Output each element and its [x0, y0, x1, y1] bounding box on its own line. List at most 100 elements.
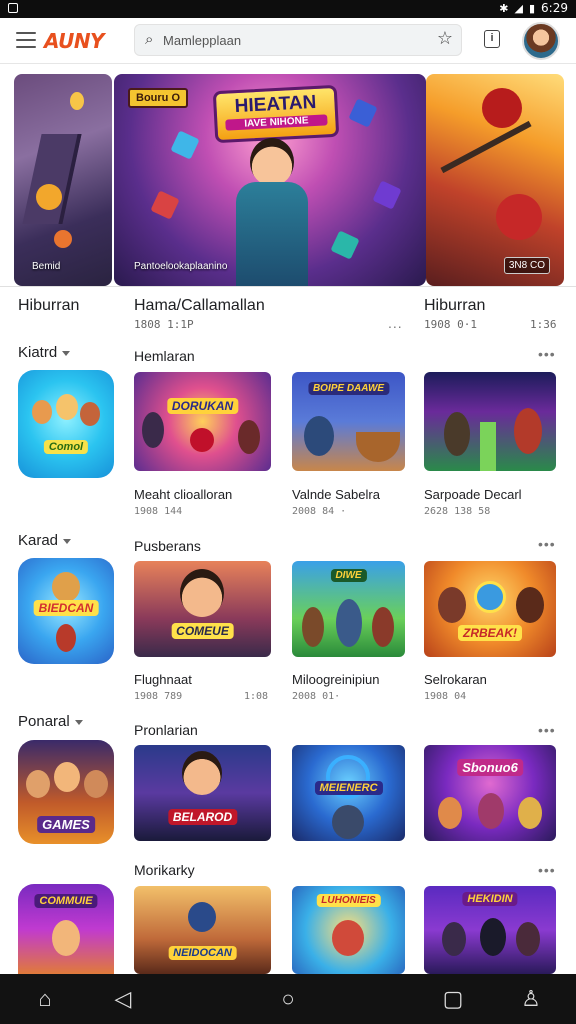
helmet-shape [482, 88, 522, 128]
tower-shape [22, 134, 82, 224]
status-bar: ✱ ◢ ▮ 6:29 [0, 0, 576, 18]
orb-shape [70, 92, 84, 110]
orb-shape [54, 230, 72, 248]
hero-character [232, 138, 312, 286]
circle-home-icon[interactable]: ○ [273, 986, 303, 1012]
hero-right-caption: 3N8 CO [503, 257, 550, 274]
category-label: Kiatrd [18, 344, 58, 361]
star-icon[interactable]: ☆ [437, 28, 453, 49]
cube-shape [372, 180, 402, 210]
app-icon-label: COMMUIE [34, 894, 98, 908]
divider [0, 286, 576, 287]
app-icon-label: BIEDCAN [33, 600, 99, 616]
top-row-title-2[interactable]: Hama/Callamallan [134, 297, 265, 315]
game-tile[interactable]: DORUKAN [134, 372, 271, 471]
game-tile[interactable]: MEIENERC [292, 745, 405, 841]
app-bar: AUNY ⌕ ☆ i [0, 18, 576, 64]
tile-art-label: BOIPE DAAWE [307, 382, 390, 395]
game-tile[interactable]: HEKIDIN [424, 886, 556, 974]
search-bar[interactable]: ⌕ ☆ [134, 24, 462, 56]
tile-art-label: MEIENERC [314, 781, 383, 795]
tile-meta: 1908 144 [134, 506, 183, 517]
game-tile[interactable]: Sbonuo6 [424, 745, 556, 841]
game-tile[interactable]: BELAROD [134, 745, 271, 841]
status-icons: ✱ ◢ ▮ 6:29 [499, 1, 568, 15]
tile-art-label: Sbonuo6 [457, 759, 523, 776]
category-dropdown-3[interactable]: Ponaral [18, 713, 83, 730]
section-title-4: Morikarky [134, 862, 195, 878]
profile-icon[interactable]: ♙ [516, 986, 546, 1012]
tile-meta: 2008 84 · [292, 506, 347, 517]
tile-title[interactable]: Valnde Sabelra [292, 487, 380, 502]
tile-title[interactable]: Meaht clioalloran [134, 487, 232, 502]
orb-shape [36, 184, 62, 210]
hero-center-caption: Pantoelookaplaanino [134, 261, 228, 272]
hero-card-right[interactable]: 3N8 CO [426, 74, 564, 286]
tile-title[interactable]: Flughnaat [134, 672, 192, 687]
app-icon-label: GAMES [37, 816, 95, 833]
tile-title[interactable]: Miloogreinipiun [292, 672, 379, 687]
tile-title[interactable]: Sarpoade Decarl [424, 487, 522, 502]
game-tile[interactable]: ZRBEAK! [424, 561, 556, 657]
more-options-icon[interactable]: ••• [538, 722, 556, 738]
menu-icon[interactable] [16, 32, 36, 48]
hero-title-box: HIEATAN IAVE NIHONE [212, 84, 340, 144]
category-label: Ponaral [18, 713, 70, 730]
app-logo[interactable]: AUNY [44, 29, 105, 53]
game-tile[interactable]: DIWE [292, 561, 405, 657]
avatar[interactable] [522, 22, 560, 60]
tile-meta: 1:08 [244, 691, 269, 702]
more-icon[interactable]: ... [388, 315, 403, 331]
app-icon-1[interactable]: Comol [18, 370, 114, 478]
category-dropdown-1[interactable]: Kiatrd [18, 344, 71, 361]
game-tile[interactable] [424, 372, 556, 471]
ball-shape [190, 428, 214, 452]
tile-meta: 1908 04 [424, 691, 467, 702]
helmet-shape [496, 194, 542, 240]
tile-art-label: ZRBEAK! [458, 625, 522, 641]
hero-tag: Bouru O [128, 88, 188, 108]
hero-carousel[interactable]: Bemid Bouru O HIEATAN IAVE NIHONE Pantoe… [14, 74, 564, 286]
signal-icon: ◢ [514, 1, 523, 15]
section-title-1: Hemlaran [134, 348, 195, 364]
game-tile[interactable]: LUHONIEIS [292, 886, 405, 974]
category-dropdown-2[interactable]: Karad [18, 532, 72, 549]
top-row-meta-3b: 1:36 [530, 318, 557, 331]
game-tile[interactable]: COMEUE [134, 561, 271, 657]
game-tile[interactable]: BOIPE DAAWE [292, 372, 405, 471]
app-icon-3[interactable]: GAMES [18, 740, 114, 844]
chevron-down-icon [74, 719, 83, 725]
app-icon-4[interactable]: COMMUIE [18, 884, 114, 974]
tile-meta: 2628 138 58 [424, 506, 491, 517]
back-icon[interactable]: ◁ [108, 986, 138, 1012]
rifle-shape [440, 120, 532, 174]
top-row-title-1[interactable]: Hiburran [18, 297, 79, 315]
tile-meta: 1908 789 [134, 691, 183, 702]
top-row-meta-3: 1908 0·1 [424, 318, 477, 331]
section-title-3: Pronlarian [134, 722, 198, 738]
more-options-icon[interactable]: ••• [538, 862, 556, 878]
tile-title[interactable]: Selrokaran [424, 672, 487, 687]
top-row-title-3[interactable]: Hiburran [424, 297, 485, 315]
tile-art-label: DORUKAN [166, 398, 239, 414]
battery-icon: ▮ [528, 1, 536, 15]
hero-card-left[interactable]: Bemid [14, 74, 112, 286]
cube-shape [330, 230, 360, 260]
info-icon[interactable]: i [484, 30, 500, 48]
tile-art-label: BELAROD [167, 809, 238, 825]
home-icon[interactable]: ⌂ [30, 986, 60, 1012]
cube-shape [170, 130, 200, 160]
more-options-icon[interactable]: ••• [538, 346, 556, 362]
more-options-icon[interactable]: ••• [538, 536, 556, 552]
recents-icon[interactable]: ▢ [438, 986, 468, 1012]
game-tile[interactable]: NEIDOCAN [134, 886, 271, 974]
system-nav-bar: ⌂ ◁ ○ ▢ ♙ [0, 974, 576, 1024]
search-input[interactable] [163, 29, 433, 51]
top-row-meta-2: 1808 1:1P [134, 318, 194, 331]
search-icon: ⌕ [145, 31, 154, 48]
hero-card-center[interactable]: Bouru O HIEATAN IAVE NIHONE Pantoelookap… [114, 74, 426, 286]
category-label: Karad [18, 532, 59, 549]
hero-left-caption: Bemid [32, 261, 61, 272]
app-icon-2[interactable]: BIEDCAN [18, 558, 114, 664]
tile-art-label: HEKIDIN [462, 892, 518, 906]
